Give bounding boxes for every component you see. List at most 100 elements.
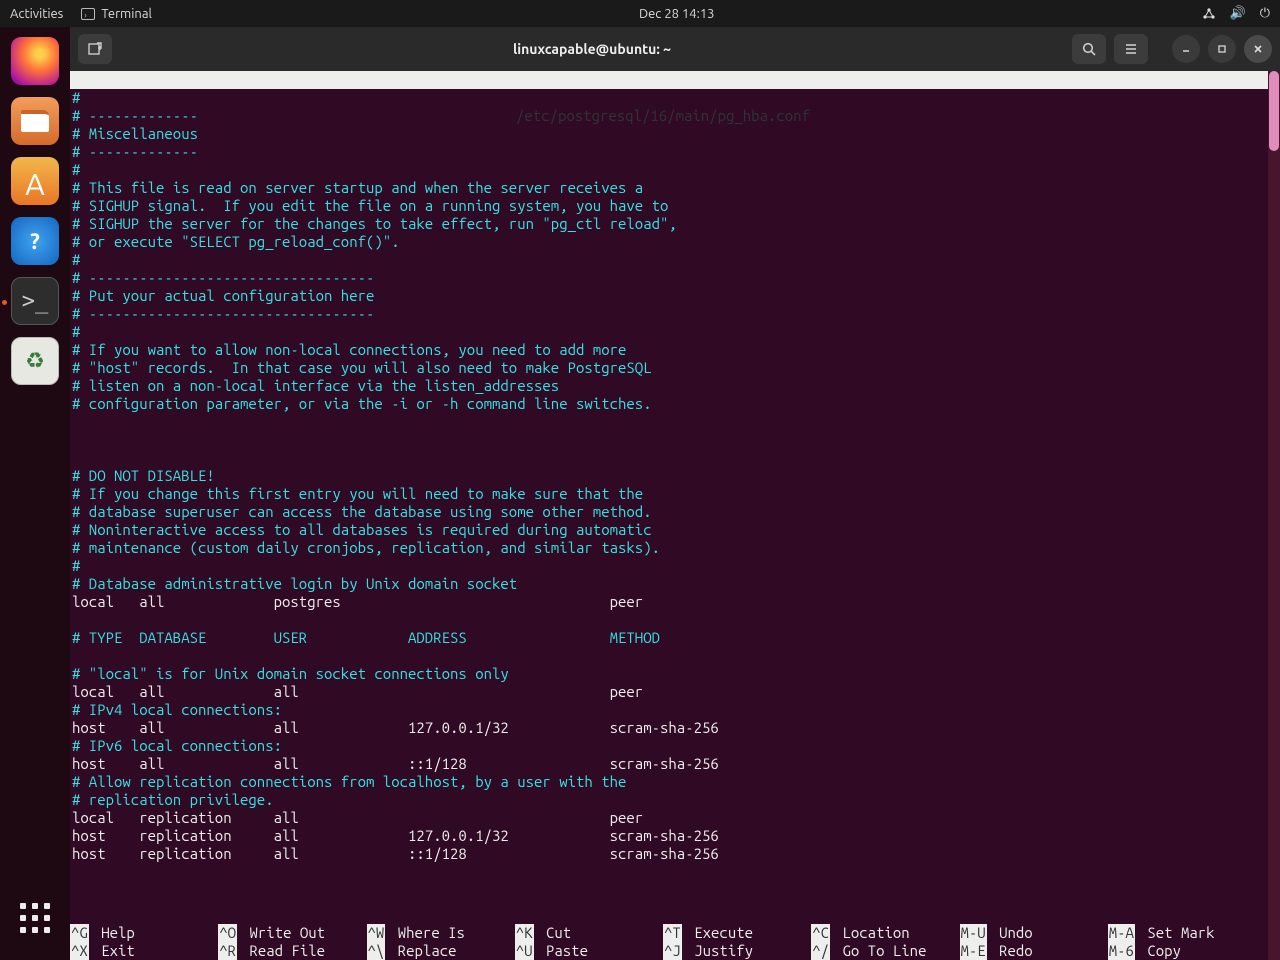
window-titlebar: linuxcapable@ubuntu: ~ [70, 27, 1280, 71]
shortcut-label: Undo [991, 924, 1033, 942]
file-line: # [72, 251, 1266, 269]
search-button[interactable] [1072, 34, 1106, 64]
app-menu[interactable]: ›_ Terminal [81, 7, 152, 21]
shortcut-key: M-E [960, 942, 987, 960]
file-line [72, 611, 1266, 629]
shortcut-key: ^G [70, 924, 89, 942]
file-line: host all all 127.0.0.1/32 scram-sha-256 [72, 719, 1266, 737]
terminal-scrollbar[interactable] [1268, 71, 1280, 960]
file-line: # ------------- [72, 143, 1266, 161]
dock-trash[interactable]: ♻ [11, 337, 59, 385]
window-close-button[interactable] [1244, 35, 1272, 63]
shortcut-key: ^C [811, 924, 830, 942]
file-line: # or execute "SELECT pg_reload_conf()". [72, 233, 1266, 251]
window-maximize-button[interactable] [1208, 35, 1236, 63]
power-icon[interactable]: ⏻ [1260, 6, 1270, 21]
file-line: # IPv6 local connections: [72, 737, 1266, 755]
shortcut-key: ^T [663, 924, 682, 942]
shortcut-label: Cut [538, 924, 572, 942]
file-line: # If you want to allow non-local connect… [72, 341, 1266, 359]
file-line: # SIGHUP the server for the changes to t… [72, 215, 1266, 233]
file-line: local all postgres peer [72, 593, 1266, 611]
dock-help[interactable]: ? [11, 217, 59, 265]
file-line: host replication all ::1/128 scram-sha-2… [72, 845, 1266, 863]
file-line: # This file is read on server startup an… [72, 179, 1266, 197]
file-content[interactable]: ## -------------# Miscellaneous# -------… [70, 89, 1268, 863]
terminal-window: linuxcapable@ubuntu: ~ GNU nano 6.2 [70, 27, 1280, 960]
shortcut-label: Execute [686, 924, 753, 942]
show-applications-button[interactable] [11, 894, 59, 942]
file-line: host all all ::1/128 scram-sha-256 [72, 755, 1266, 773]
file-line: # Allow replication connections from loc… [72, 773, 1266, 791]
file-line: # DO NOT DISABLE! [72, 467, 1266, 485]
window-title: linuxcapable@ubuntu: ~ [120, 41, 1064, 57]
file-line: # ------------- [72, 107, 1266, 125]
nano-shortcut: ^K Cut [515, 924, 663, 942]
shortcut-key: ^O [218, 924, 237, 942]
nano-shortcut: ^X Exit [70, 942, 218, 960]
file-line: local replication all peer [72, 809, 1266, 827]
app-menu-label: Terminal [101, 7, 152, 21]
file-line: # [72, 557, 1266, 575]
file-line: local all all peer [72, 683, 1266, 701]
shortcut-key: ^K [515, 924, 534, 942]
shortcut-key: ^U [515, 942, 534, 960]
file-line: # [72, 161, 1266, 179]
activities-button[interactable]: Activities [10, 7, 63, 21]
nano-shortcut: ^T Execute [663, 924, 811, 942]
file-line: # database superuser can access the data… [72, 503, 1266, 521]
nano-shortcut: ^U Paste [515, 942, 663, 960]
file-line: # maintenance (custom daily cronjobs, re… [72, 539, 1266, 557]
nano-shortcut: ^G Help [70, 924, 218, 942]
dock-files[interactable] [11, 97, 59, 145]
file-line: # configuration parameter, or via the -i… [72, 395, 1266, 413]
file-line: # ---------------------------------- [72, 269, 1266, 287]
file-line: # "host" records. In that case you will … [72, 359, 1266, 377]
nano-shortcut: ^W Where Is [367, 924, 515, 942]
clock[interactable]: Dec 28 14:13 [152, 7, 1202, 21]
file-line: # "local" is for Unix domain socket conn… [72, 665, 1266, 683]
shortcut-key: ^W [367, 924, 386, 942]
file-line: # listen on a non-local interface via th… [72, 377, 1266, 395]
nano-shortcut: M-E Redo [960, 942, 1108, 960]
nano-title-bar: GNU nano 6.2 /etc/postgresql/16/main/pg_… [70, 71, 1268, 89]
nano-shortcut: ^O Write Out [218, 924, 366, 942]
shortcut-label: Copy [1139, 942, 1181, 960]
volume-icon[interactable]: 🔊 [1230, 6, 1246, 21]
dock: A ? >_ ♻ [0, 27, 70, 960]
terminal-indicator-icon: ›_ [81, 8, 95, 20]
scrollbar-thumb[interactable] [1269, 71, 1279, 151]
shortcut-key: ^X [70, 942, 89, 960]
file-line: # [72, 89, 1266, 107]
shortcut-key: M-U [960, 924, 987, 942]
shortcut-label: Paste [538, 942, 588, 960]
window-minimize-button[interactable] [1172, 35, 1200, 63]
file-line: # TYPE DATABASE USER ADDRESS METHOD [72, 629, 1266, 647]
file-line [72, 449, 1266, 467]
nano-shortcut: M-U Undo [960, 924, 1108, 942]
shortcut-label: Location [834, 924, 910, 942]
file-line [72, 413, 1266, 431]
shortcut-key: ^R [218, 942, 237, 960]
nano-shortcut: ^C Location [811, 924, 959, 942]
file-line: # Database administrative login by Unix … [72, 575, 1266, 593]
shortcut-label: Justify [686, 942, 753, 960]
nano-shortcut: ^R Read File [218, 942, 366, 960]
shortcut-key: ^J [663, 942, 682, 960]
shortcut-key: M-A [1108, 924, 1135, 942]
file-line: # IPv4 local connections: [72, 701, 1266, 719]
new-tab-button[interactable] [78, 34, 112, 64]
file-line: # Noninteractive access to all databases… [72, 521, 1266, 539]
nano-shortcut: ^J Justify [663, 942, 811, 960]
shortcut-key: ^/ [811, 942, 830, 960]
nano-shortcut: M-A Set Mark [1108, 924, 1256, 942]
dock-software[interactable]: A [11, 157, 59, 205]
menu-button[interactable] [1114, 34, 1148, 64]
dock-firefox[interactable] [11, 37, 59, 85]
nano-shortcut: ^\ Replace [367, 942, 515, 960]
nano-shortcut: M-6 Copy [1108, 942, 1256, 960]
file-line: # ---------------------------------- [72, 305, 1266, 323]
dock-terminal[interactable]: >_ [11, 277, 59, 325]
terminal-viewport[interactable]: GNU nano 6.2 /etc/postgresql/16/main/pg_… [70, 71, 1280, 960]
network-icon[interactable] [1202, 8, 1216, 20]
